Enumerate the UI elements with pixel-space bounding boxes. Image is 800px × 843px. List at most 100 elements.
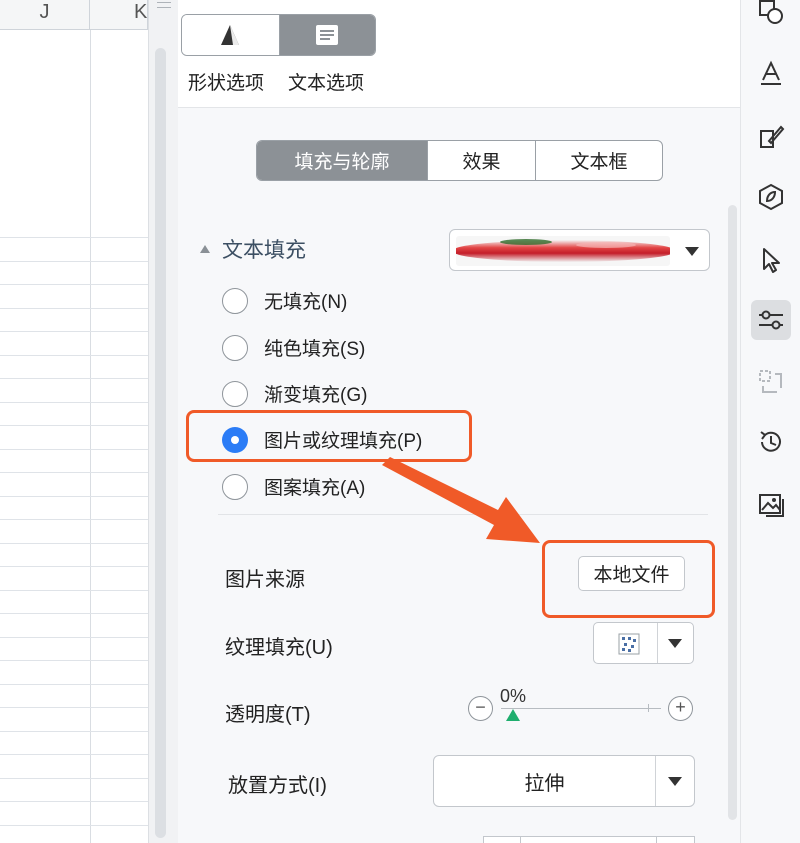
transparency-slider-track[interactable] [501,708,661,709]
radio-button[interactable] [222,334,248,361]
transparency-value: 0% [500,686,527,706]
row-gridline [0,378,148,379]
transparency-label: 透明度(T) [225,704,311,726]
row-gridline [0,754,148,755]
row-gridline [0,660,148,661]
radio-label: 无填充(N) [264,292,348,313]
texture-fill-dropdown[interactable] [593,622,694,664]
next-control-peek [483,836,695,843]
highlight-local-file [542,540,715,618]
row-gridline [0,284,148,285]
row-gridline [0,543,148,544]
row-gridline [0,308,148,309]
shape-options-label[interactable]: 形状选项 [188,68,264,95]
chevron-down-icon[interactable] [668,777,682,786]
row-gridline [0,613,148,614]
radio-solid-fill[interactable]: 纯色填充(S) [222,334,365,361]
placement-label: 放置方式(I) [228,775,327,797]
slider-tick [648,704,649,712]
row-gridline [0,590,148,591]
dropdown-separator [655,756,656,806]
brush-icon [760,125,785,148]
radio-gradient-fill[interactable]: 渐变填充(G) [222,380,367,407]
texture-pattern-icon [618,633,640,655]
panel-scrollbar[interactable] [728,205,737,820]
history-icon [760,431,781,452]
row-gridline [0,237,148,238]
decrease-button[interactable]: − [468,696,493,721]
column-gridline [90,30,91,843]
rail-properties-button[interactable] [751,300,791,340]
row-gridline [0,425,148,426]
row-gridline [0,637,148,638]
scrollbar-thumb[interactable] [155,48,166,838]
row-gridline [0,355,148,356]
dropdown-separator [657,623,658,663]
sliders-icon [759,310,783,330]
chevron-down-icon[interactable] [668,639,682,648]
rail-brush-button[interactable] [751,117,791,157]
radio-label: 图案填充(A) [264,478,366,499]
radio-label: 纯色填充(S) [264,339,366,360]
text-style-icon [761,60,781,85]
radio-no-fill[interactable]: 无填充(N) [222,287,347,314]
texture-fill-label: 纹理填充(U) [225,637,333,659]
text-options-button[interactable] [278,15,375,55]
column-header-k[interactable]: K [90,0,148,30]
row-gridline [0,402,148,403]
row-gridline [0,519,148,520]
transparency-slider-thumb[interactable] [506,709,520,721]
annotation-arrow-icon [382,457,540,543]
right-toolbar [740,0,800,843]
chevron-down-icon[interactable] [685,247,699,256]
radio-button[interactable] [222,380,248,407]
radio-button[interactable] [222,287,248,314]
selection-icon [759,370,782,393]
sub-tabs: 填充与轮廓 效果 文本框 [256,140,663,181]
tab-effects[interactable]: 效果 [427,141,535,180]
row-gridline [0,731,148,732]
row-gridline [0,472,148,473]
rail-selection-button[interactable] [751,362,791,402]
row-gridline [0,449,148,450]
column-header-j[interactable]: J [0,0,90,30]
row-gridline [0,707,148,708]
property-panel: 形状选项 文本选项 填充与轮廓 效果 文本框 文本填充 无填充(N) 纯色填充(… [178,0,740,843]
tab-fill-outline[interactable]: 填充与轮廓 [257,141,427,180]
row-gridline [0,684,148,685]
rail-select-button[interactable] [751,240,791,280]
fill-preview-swatch [456,236,670,266]
row-gridline [0,825,148,826]
mode-toggle [181,14,376,56]
cursor-icon [763,248,780,273]
shapes-icon [759,0,783,24]
spreadsheet-area[interactable]: J K [0,0,148,843]
radio-label: 渐变填充(G) [264,385,368,406]
rail-history-button[interactable] [751,422,791,462]
row-gridline [0,261,148,262]
text-options-label[interactable]: 文本选项 [288,68,364,95]
placement-value: 拉伸 [524,772,565,795]
hexagon-icon [759,183,783,211]
drag-grip-icon[interactable] [157,2,171,8]
tab-textbox[interactable]: 文本框 [535,141,662,180]
row-gridline [0,778,148,779]
row-gridline [0,566,148,567]
rail-shapes-button[interactable] [751,0,791,32]
collapse-triangle-icon[interactable] [200,245,210,253]
placement-dropdown[interactable]: 拉伸 [433,755,695,807]
radio-button[interactable] [222,473,248,500]
image-source-label: 图片来源 [225,569,305,591]
row-gridline [0,331,148,332]
rail-image-button[interactable] [751,484,791,524]
panel-header: 形状选项 文本选项 [178,0,740,108]
shape-options-button[interactable] [182,15,279,55]
fill-preview-dropdown[interactable] [449,229,710,271]
rail-text-style-button[interactable] [751,54,791,94]
panel-resize-strip[interactable] [148,0,178,843]
increase-button[interactable]: + [668,696,693,721]
radio-pattern-fill[interactable]: 图案填充(A) [222,473,365,500]
text-fill-section-header[interactable]: 文本填充 [200,234,306,264]
rail-hexagon-button[interactable] [751,177,791,217]
section-title: 文本填充 [222,239,306,262]
